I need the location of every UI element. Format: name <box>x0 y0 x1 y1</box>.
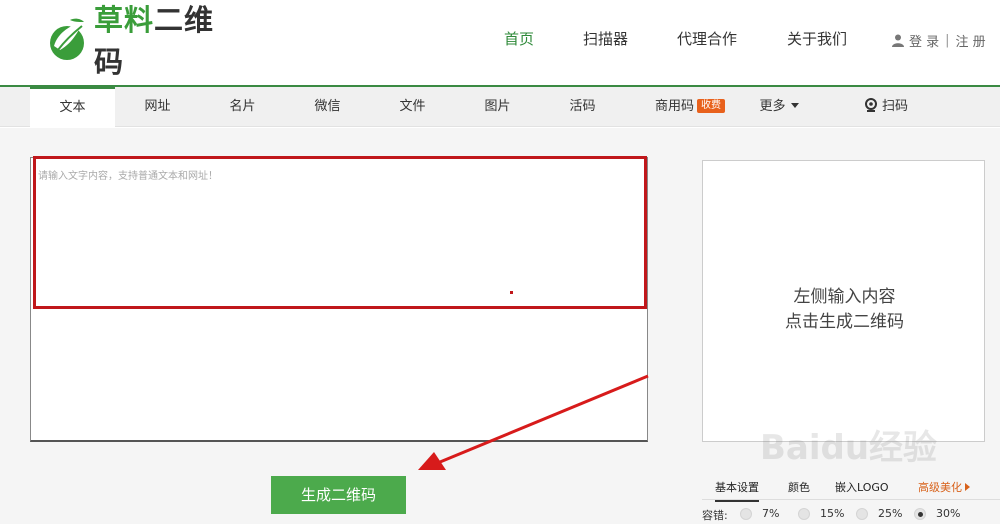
caret-right-icon <box>965 483 970 491</box>
register-link[interactable]: 注 册 <box>956 31 986 50</box>
nav-home[interactable]: 首页 <box>504 28 544 49</box>
auth-links: 登 录 | 注 册 <box>892 31 986 50</box>
tab-live[interactable]: 活码 <box>540 87 625 127</box>
type-tabbar: 文本 网址 名片 微信 文件 图片 活码 商用码 收费 更多 扫码 <box>0 87 1000 128</box>
text-input-placeholder: 请输入文字内容，支持普通文本和网址！ <box>38 171 218 182</box>
paid-badge: 收费 <box>697 99 725 113</box>
text-cursor-mark <box>510 291 513 294</box>
nav-agency[interactable]: 代理合作 <box>677 28 747 49</box>
tab-more[interactable]: 更多 <box>748 87 810 127</box>
tab-image[interactable]: 图片 <box>455 87 540 127</box>
ecc-value-25: 25% <box>878 507 903 520</box>
tab-wechat[interactable]: 微信 <box>285 87 370 127</box>
chevron-down-icon <box>790 103 799 108</box>
nav-about[interactable]: 关于我们 <box>787 28 857 49</box>
qr-preview-hint: 左侧输入内容 点击生成二维码 <box>785 287 904 332</box>
ecc-label: 容错: <box>702 509 728 522</box>
ecc-value-7: 7% <box>762 507 780 520</box>
auth-divider: | <box>945 33 950 48</box>
login-link[interactable]: 登 录 <box>909 31 939 50</box>
user-icon <box>892 34 904 47</box>
tab-file[interactable]: 文件 <box>370 87 455 127</box>
tab-url[interactable]: 网址 <box>115 87 200 127</box>
ecc-radio-25[interactable] <box>856 508 868 520</box>
tab-scan[interactable]: 扫码 <box>855 87 917 127</box>
error-correction-row: 容错: 7% 15% 25% 30% <box>702 506 1000 522</box>
logo-text: 草料二维码 <box>94 3 215 79</box>
settings-divider <box>702 499 1000 500</box>
tab-color[interactable]: 颜色 <box>788 479 810 495</box>
tab-text[interactable]: 文本 <box>30 87 115 128</box>
logo[interactable]: 草料二维码 <box>44 3 244 79</box>
tab-commercial[interactable]: 商用码 收费 <box>640 87 740 127</box>
webcam-icon <box>864 98 877 112</box>
text-input-area[interactable] <box>30 157 648 442</box>
ecc-value-15: 15% <box>820 507 845 520</box>
qr-preview-panel: 左侧输入内容 点击生成二维码 <box>702 160 985 442</box>
tab-card[interactable]: 名片 <box>200 87 285 127</box>
tab-advanced-beautify[interactable]: 高级美化 <box>918 479 970 495</box>
header: 草料二维码 首页 扫描器 代理合作 关于我们 登 录 | 注 册 <box>0 0 1000 86</box>
ecc-value-30: 30% <box>936 507 961 520</box>
qr-settings-tabs: 基本设置 颜色 嵌入LOGO 高级美化 <box>702 477 1000 502</box>
tab-embed-logo[interactable]: 嵌入LOGO <box>835 479 889 495</box>
ecc-radio-15[interactable] <box>798 508 810 520</box>
generate-qr-button[interactable]: 生成二维码 <box>271 476 406 514</box>
nav-scanner[interactable]: 扫描器 <box>583 28 643 49</box>
leaf-logo-icon <box>50 18 84 60</box>
ecc-radio-7[interactable] <box>740 508 752 520</box>
ecc-radio-30[interactable] <box>914 508 926 520</box>
